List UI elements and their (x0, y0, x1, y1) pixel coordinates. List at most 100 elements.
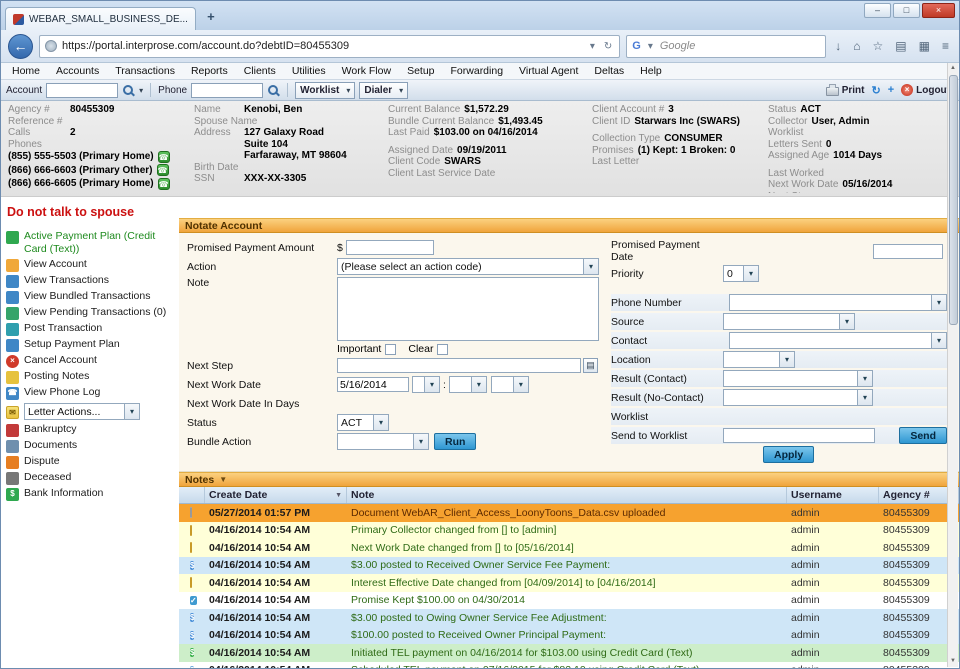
status-select[interactable]: ACT (337, 414, 389, 431)
search-engine-icon[interactable]: G (632, 40, 641, 52)
letter-actions-dropdown[interactable]: Letter Actions... (24, 403, 140, 420)
note-row[interactable]: 04/16/2014 10:54 AM Next Work Date chang… (179, 539, 959, 557)
sidebar-item[interactable]: Bankruptcy (1, 422, 179, 438)
refresh-icon[interactable]: ↻ (871, 84, 880, 97)
app-menu-item[interactable]: Accounts (48, 64, 107, 78)
app-menu-item[interactable]: Reports (183, 64, 236, 78)
clear-checkbox[interactable] (437, 344, 448, 355)
url-dropdown-icon[interactable]: ▾ (588, 41, 597, 52)
home-icon[interactable]: ⌂ (850, 39, 863, 53)
sidebar-item[interactable]: Active Payment Plan (Credit Card (Text)) (1, 229, 179, 257)
app-menu-item[interactable]: Deltas (586, 64, 632, 78)
create-date-column-header[interactable]: Create Date▼ (205, 487, 347, 503)
url-input[interactable] (62, 37, 583, 56)
note-row[interactable]: 04/16/2014 10:54 AM Promise Kept $100.00… (179, 592, 959, 610)
important-checkbox[interactable] (385, 344, 396, 355)
dial-phone-icon[interactable]: ☎ (158, 178, 170, 190)
contact-select[interactable] (729, 332, 947, 349)
dial-phone-icon[interactable]: ☎ (158, 151, 170, 163)
send-worklist-input[interactable] (723, 428, 875, 443)
scroll-down-icon[interactable]: ▼ (950, 656, 956, 667)
sidebar-item[interactable]: Setup Payment Plan (1, 337, 179, 353)
app-menu-item[interactable]: Virtual Agent (511, 64, 586, 78)
note-row[interactable]: 04/16/2014 10:54 AM $100.00 posted to Re… (179, 627, 959, 645)
result-nocontact-select[interactable] (723, 389, 873, 406)
app-menu-item[interactable]: Forwarding (443, 64, 512, 78)
sidebar-item[interactable]: View Phone Log (1, 385, 179, 401)
new-tab-button[interactable]: + (198, 9, 224, 28)
back-button[interactable]: ← (8, 34, 33, 59)
add-icon[interactable]: + (888, 84, 894, 96)
app-menu-item[interactable]: Utilities (284, 64, 334, 78)
source-select[interactable] (723, 313, 855, 330)
bookmark-star-icon[interactable]: ☆ (870, 39, 887, 53)
scroll-up-icon[interactable]: ▲ (950, 63, 956, 74)
sidebar-item[interactable]: Post Transaction (1, 321, 179, 337)
minute-select[interactable] (491, 376, 529, 393)
print-button[interactable]: Print (826, 84, 865, 96)
action-select[interactable]: (Please select an action code) (337, 258, 599, 275)
sidebar-item[interactable]: Posting Notes (1, 369, 179, 385)
note-textarea[interactable] (337, 277, 599, 341)
calendar-dropdown[interactable] (412, 376, 440, 393)
phone-number-select[interactable] (729, 294, 947, 311)
close-button[interactable]: × (922, 3, 955, 18)
app-menu-item[interactable]: Transactions (107, 64, 183, 78)
note-row[interactable]: 05/27/2014 01:57 PM Document WebAR_Clien… (179, 504, 959, 522)
panels-icon[interactable]: ▦ (916, 39, 933, 53)
send-button[interactable]: Send (899, 427, 947, 444)
page-scrollbar[interactable]: ▲ ▼ (947, 63, 958, 667)
phone-search-icon[interactable] (267, 84, 280, 97)
hamburger-menu-icon[interactable]: ≡ (939, 39, 952, 53)
dial-phone-icon[interactable]: ☎ (157, 164, 169, 176)
next-step-input[interactable] (337, 358, 581, 373)
site-identity-icon[interactable] (45, 40, 57, 52)
apply-button[interactable]: Apply (763, 446, 814, 463)
maximize-button[interactable]: □ (893, 3, 920, 18)
note-row[interactable]: 04/16/2014 10:54 AM $3.00 posted to Rece… (179, 557, 959, 575)
promised-date-input[interactable] (873, 244, 943, 259)
note-row[interactable]: 04/16/2014 10:54 AM Scheduled TEL paymen… (179, 662, 959, 669)
note-row[interactable]: 04/16/2014 10:54 AM $3.00 posted to Owin… (179, 609, 959, 627)
phone-search-input[interactable] (191, 83, 263, 98)
next-work-date-input[interactable] (337, 377, 409, 392)
sidebar-item[interactable]: Deceased (1, 470, 179, 486)
search-engine-caret-icon[interactable]: ▾ (646, 41, 655, 52)
bookmarks-menu-icon[interactable]: ▤ (892, 39, 909, 53)
app-menu-item[interactable]: Help (632, 64, 670, 78)
app-menu-item[interactable]: Clients (236, 64, 284, 78)
account-search-icon[interactable] (122, 84, 135, 97)
dialer-dropdown[interactable]: Dialer▾ (359, 82, 408, 99)
app-menu-item[interactable]: Setup (399, 64, 442, 78)
priority-select[interactable]: 0 (723, 265, 759, 282)
search-input[interactable] (660, 37, 820, 56)
note-row[interactable]: 04/16/2014 10:54 AM Interest Effective D… (179, 574, 959, 592)
worklist-dropdown[interactable]: Worklist▾ (295, 82, 355, 99)
promised-amount-input[interactable] (346, 240, 434, 255)
sidebar-item[interactable]: Bank Information (1, 486, 179, 502)
account-search-caret-icon[interactable]: ▾ (139, 86, 143, 95)
hour-select[interactable] (449, 376, 487, 393)
location-select[interactable] (723, 351, 795, 368)
note-row[interactable]: 04/16/2014 10:54 AM Initiated TEL paymen… (179, 644, 959, 662)
sidebar-item[interactable]: View Pending Transactions (0) (1, 305, 179, 321)
run-button[interactable]: Run (434, 433, 476, 450)
username-column-header[interactable]: Username (787, 487, 879, 503)
logout-button[interactable]: ×Logout (901, 84, 950, 96)
filter-icon[interactable]: ▼ (219, 475, 227, 484)
minimize-button[interactable]: – (864, 3, 891, 18)
downloads-icon[interactable]: ↓ (832, 39, 844, 53)
result-contact-select[interactable] (723, 370, 873, 387)
app-menu-item[interactable]: Work Flow (334, 64, 399, 78)
scrollbar-thumb[interactable] (949, 75, 958, 325)
sidebar-item[interactable]: Dispute (1, 454, 179, 470)
sidebar-item[interactable]: View Account (1, 257, 179, 273)
sidebar-item[interactable]: Cancel Account (1, 353, 179, 369)
note-row[interactable]: 04/16/2014 10:54 AM Primary Collector ch… (179, 522, 959, 540)
account-search-input[interactable] (46, 83, 118, 98)
next-step-lookup-icon[interactable]: ▤ (583, 358, 598, 373)
sidebar-item[interactable]: View Transactions (1, 273, 179, 289)
browser-tab[interactable]: WEBAR_SMALL_BUSINESS_DE... (5, 7, 196, 30)
bundle-action-select[interactable] (337, 433, 429, 450)
sidebar-item[interactable]: View Bundled Transactions (1, 289, 179, 305)
